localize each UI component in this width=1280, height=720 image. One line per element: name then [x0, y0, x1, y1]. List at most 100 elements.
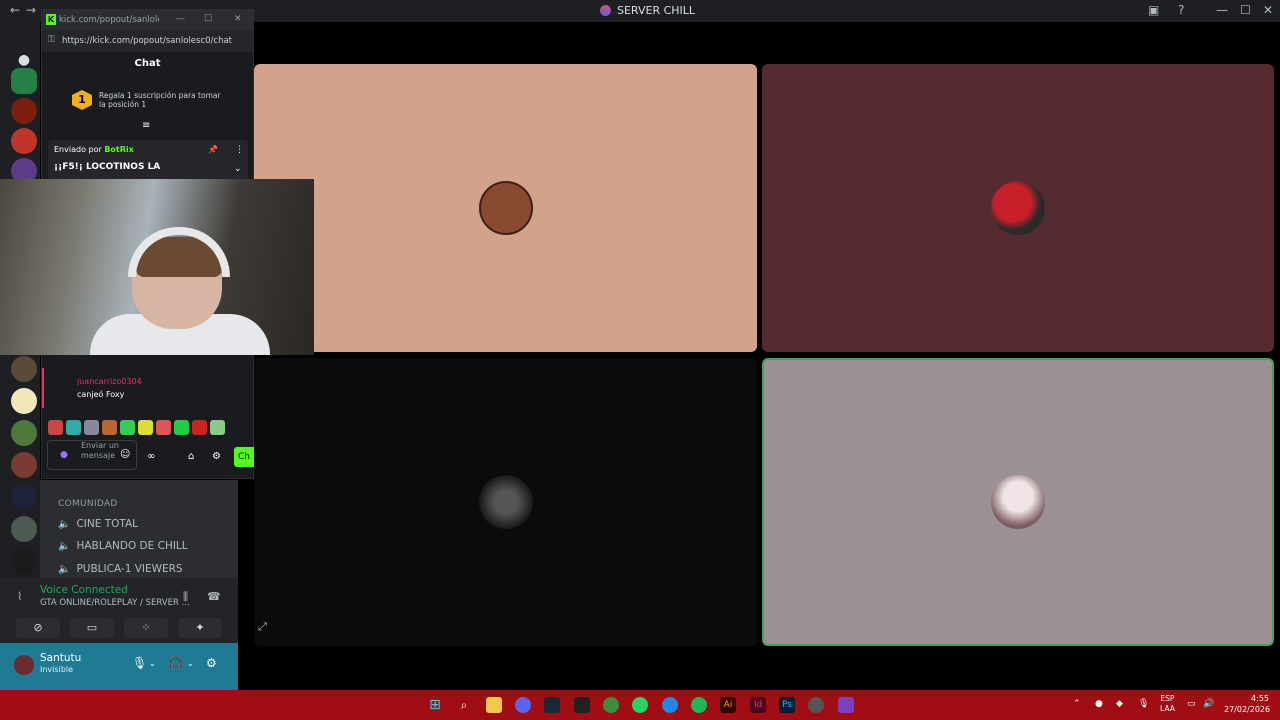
chevron-down-icon[interactable]: ⌄ [234, 164, 242, 174]
maximize-button[interactable]: ☐ [1240, 3, 1251, 17]
connections-icon[interactable]: ∞ [147, 451, 155, 462]
microphone-icon[interactable]: ● [60, 450, 68, 460]
server-icon[interactable] [11, 484, 37, 510]
camera-off-button[interactable]: ⊘ [16, 618, 60, 638]
participant-tile-speaking[interactable] [762, 358, 1274, 646]
emote-icon[interactable] [48, 420, 63, 435]
spotify-icon[interactable] [691, 697, 707, 713]
server-icon[interactable] [11, 516, 37, 542]
popup-url[interactable]: https://kick.com/popout/sanlolesc0/chat [62, 36, 232, 46]
emote-icon[interactable] [84, 420, 99, 435]
server-icon[interactable] [11, 548, 37, 574]
microphone-icon[interactable]: 🎙 [132, 656, 147, 670]
store-icon[interactable]: ⌂ [188, 451, 194, 462]
gear-icon[interactable]: ⚙ [206, 656, 217, 670]
file-explorer-icon[interactable] [486, 697, 502, 713]
more-icon[interactable]: ⋮ [235, 145, 244, 155]
back-arrow-icon[interactable]: ← [10, 3, 20, 17]
app-icon[interactable] [838, 697, 854, 713]
signal-icon[interactable]: ⌇ [17, 590, 22, 603]
voice-channel-name[interactable]: GTA ONLINE/ROLEPLAY / SERVER ... [40, 598, 190, 608]
participant-tile[interactable] [254, 358, 757, 646]
category-header[interactable]: COMUNIDAD [58, 499, 118, 509]
emoji-icon[interactable]: ☺ [120, 449, 130, 460]
emote-icon[interactable] [138, 420, 153, 435]
forward-arrow-icon[interactable]: → [26, 3, 36, 17]
server-icon[interactable] [11, 128, 37, 154]
emote-icon[interactable] [102, 420, 117, 435]
volume-icon[interactable]: 🔊 [1203, 699, 1214, 709]
microphone-icon[interactable]: 🎙 [1138, 699, 1149, 709]
voice-channel-publica-1-viewers[interactable]: 🔈 PUBLICA-1 VIEWERS [58, 563, 183, 575]
server-icon[interactable] [11, 420, 37, 446]
username[interactable]: Santutu [40, 652, 81, 664]
headphones-icon[interactable]: 🎧 [168, 656, 183, 670]
emote-icon[interactable] [156, 420, 171, 435]
emote-icon[interactable] [192, 420, 207, 435]
emote-bar [48, 420, 225, 435]
emote-icon[interactable] [66, 420, 81, 435]
chevron-down-icon[interactable]: ⌄ [149, 659, 156, 668]
activities-button[interactable]: ⁘ [124, 618, 168, 638]
user-panel: Santutu Invisible 🎙 ⌄ 🎧 ⌄ ⚙ [0, 643, 238, 690]
network-icon[interactable]: ▭ [1187, 699, 1196, 709]
noise-suppression-icon[interactable]: ⫼ [183, 590, 188, 604]
pinned-message[interactable]: Enviado por BotRix ¡¡F5!¡ LOCOTINOS LA 📌… [48, 140, 248, 182]
obs-icon[interactable] [808, 697, 824, 713]
emote-icon[interactable] [120, 420, 135, 435]
windows-start-icon[interactable]: ⊞ [427, 697, 443, 713]
voice-connected-label[interactable]: Voice Connected [40, 584, 128, 596]
pin-icon[interactable]: 📌 [208, 145, 218, 154]
tray-app-icon[interactable]: ◆ [1116, 699, 1123, 709]
minimize-button[interactable]: — [1216, 3, 1228, 17]
indesign-icon[interactable]: Id [750, 697, 766, 713]
voice-channel-cine-total[interactable]: 🔈 CINE TOTAL [58, 518, 138, 530]
epic-games-icon[interactable] [574, 697, 590, 713]
pinned-message-text: ¡¡F5!¡ LOCOTINOS LA [54, 162, 161, 172]
server-icon[interactable] [11, 98, 37, 124]
chat-username[interactable]: juancarrizo0304 [77, 377, 142, 386]
minimize-button[interactable]: — [176, 14, 185, 24]
inbox-icon[interactable]: ▣ [1148, 3, 1159, 17]
server-icon[interactable] [11, 452, 37, 478]
server-icon[interactable] [11, 68, 37, 94]
language-indicator[interactable]: ESP LAA [1160, 694, 1175, 714]
illustrator-icon[interactable]: Ai [720, 697, 736, 713]
emote-icon[interactable] [174, 420, 189, 435]
participant-tile[interactable] [254, 64, 757, 352]
chat-input[interactable]: ● Enviar un mensaje ☺ [47, 440, 137, 470]
send-chat-button[interactable]: Ch [234, 447, 254, 467]
emote-icon[interactable] [210, 420, 225, 435]
close-button[interactable]: ✕ [1263, 3, 1273, 17]
whatsapp-icon[interactable] [632, 697, 648, 713]
voice-channel-hablando-de-chill[interactable]: 🔈 HABLANDO DE CHILL [58, 540, 188, 552]
discord-icon[interactable] [515, 697, 531, 713]
server-icon[interactable] [11, 388, 37, 414]
close-button[interactable]: ✕ [234, 14, 242, 24]
webcam-headphones [128, 227, 230, 277]
media-player-icon[interactable] [662, 697, 678, 713]
gear-icon[interactable]: ⚙ [212, 451, 221, 462]
disconnect-icon[interactable]: ☎ [207, 590, 221, 603]
system-clock[interactable]: 4:55 27/02/2026 [1224, 693, 1270, 715]
screen-share-button[interactable]: ▭ [70, 618, 114, 638]
collapse-icon[interactable]: ≡ [142, 120, 150, 131]
tray-app-icon[interactable]: ● [1095, 699, 1103, 709]
tray-expand-icon[interactable]: ⌃ [1073, 699, 1081, 709]
participant-avatar [991, 181, 1045, 235]
webcam-overlay[interactable] [0, 179, 314, 355]
maximize-button[interactable]: ☐ [204, 14, 212, 24]
pop-out-icon[interactable]: ⤢ [258, 620, 267, 634]
soundboard-button[interactable]: ✦ [178, 618, 222, 638]
steam-icon[interactable] [544, 697, 560, 713]
avatar[interactable] [14, 655, 34, 675]
help-icon[interactable]: ? [1178, 3, 1184, 17]
chevron-down-icon[interactable]: ⌄ [187, 659, 194, 668]
gift-sub-prompt[interactable]: Regala 1 suscripción para tomar la posic… [99, 91, 229, 109]
participant-tile[interactable] [762, 64, 1274, 352]
address-bar[interactable]: ⚿ https://kick.com/popout/sanlolesc0/cha… [42, 30, 253, 52]
search-icon[interactable]: ⌕ [456, 697, 472, 713]
server-icon[interactable] [11, 356, 37, 382]
browser-icon[interactable] [603, 697, 619, 713]
photoshop-icon[interactable]: Ps [779, 697, 795, 713]
